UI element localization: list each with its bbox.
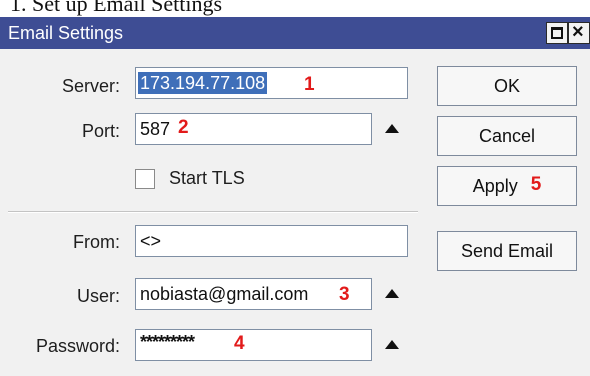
annotation-marker-2: 2: [178, 117, 189, 138]
start-tls-label: Start TLS: [169, 168, 245, 188]
port-input[interactable]: 587 2: [135, 113, 372, 145]
password-value: *********: [140, 332, 195, 352]
annotation-marker-3: 3: [339, 284, 350, 305]
section-divider: [8, 211, 418, 213]
window-maximize-icon[interactable]: [546, 22, 568, 44]
ok-button-label: OK: [493, 76, 520, 96]
window-title: Email Settings: [8, 23, 124, 43]
from-value: <>: [140, 231, 162, 251]
apply-button[interactable]: Apply 5: [437, 166, 577, 206]
close-icon[interactable]: ×: [568, 21, 590, 44]
from-input[interactable]: <>: [135, 225, 408, 257]
start-tls-checkbox[interactable]: [135, 169, 155, 189]
password-label: Password:: [35, 336, 120, 356]
from-label: From:: [73, 232, 120, 252]
ok-button[interactable]: OK: [437, 66, 577, 106]
user-stepper-up-icon[interactable]: [385, 289, 399, 298]
apply-button-label: Apply: [472, 176, 518, 196]
annotation-marker-4: 4: [234, 333, 245, 354]
send-email-button-label: Send Email: [460, 241, 554, 261]
annotation-marker-5: 5: [530, 174, 542, 195]
user-label: User:: [76, 286, 120, 306]
clipped-text-strip: 1. Set up Email Settings: [0, 0, 590, 17]
port-stepper-up-icon[interactable]: [385, 124, 399, 133]
clipped-heading-text: 1. Set up Email Settings: [10, 0, 223, 16]
annotation-marker-1: 1: [304, 74, 315, 95]
password-stepper-up-icon[interactable]: [385, 340, 399, 349]
user-input[interactable]: nobiasta@gmail.com 3: [135, 278, 372, 310]
server-label: Server:: [61, 76, 120, 96]
title-bar: Email Settings ×: [0, 17, 590, 49]
port-label: Port:: [81, 121, 120, 141]
password-input[interactable]: ********* 4: [135, 329, 372, 361]
email-settings-window: Email Settings × Server: 173.194.77.108 …: [0, 17, 590, 376]
cancel-button[interactable]: Cancel: [437, 116, 577, 156]
port-value: 587: [140, 119, 171, 139]
server-input[interactable]: 173.194.77.108 1: [135, 67, 408, 99]
cancel-button-label: Cancel: [478, 126, 536, 146]
user-value: nobiasta@gmail.com: [140, 284, 309, 304]
send-email-button[interactable]: Send Email: [437, 231, 577, 271]
server-value: 173.194.77.108: [138, 72, 268, 94]
